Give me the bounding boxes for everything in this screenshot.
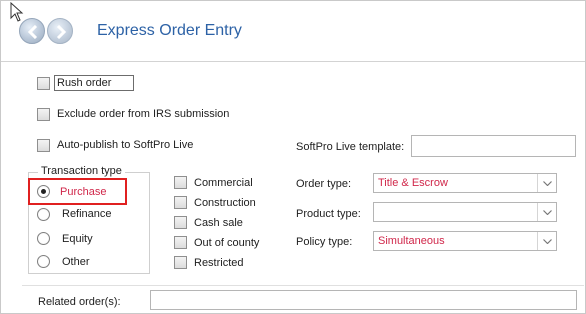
refinance-label: Refinance	[62, 208, 112, 220]
order-type-dropdown-button[interactable]	[537, 174, 556, 192]
forward-arrow-icon	[56, 25, 67, 39]
equity-radio[interactable]	[37, 232, 50, 245]
cash-sale-checkbox[interactable]	[174, 216, 187, 229]
out-of-county-label: Out of county	[194, 237, 260, 249]
restricted-checkbox[interactable]	[174, 256, 187, 269]
auto-publish-checkbox[interactable]	[37, 139, 50, 152]
transaction-type-legend: Transaction type	[38, 165, 125, 177]
product-type-label: Product type:	[296, 208, 361, 220]
out-of-county-checkbox[interactable]	[174, 236, 187, 249]
related-orders-label: Related order(s):	[38, 296, 121, 308]
page-title: Express Order Entry	[97, 22, 242, 39]
mouse-pointer-icon	[10, 2, 24, 22]
other-radio[interactable]	[37, 255, 50, 268]
softpro-live-template-label: SoftPro Live template:	[296, 141, 405, 153]
order-type-label: Order type:	[296, 178, 352, 190]
construction-checkbox[interactable]	[174, 196, 187, 209]
softpro-live-template-field[interactable]	[411, 135, 576, 157]
refinance-radio[interactable]	[37, 208, 50, 221]
commercial-checkbox[interactable]	[174, 176, 187, 189]
policy-type-value: Simultaneous	[378, 235, 445, 247]
chevron-down-icon	[543, 239, 552, 244]
rush-order-label: Rush order	[54, 75, 135, 91]
header-bar: Express Order Entry	[1, 1, 585, 62]
purchase-radio[interactable]	[37, 185, 50, 198]
exclude-irs-label: Exclude order from IRS submission	[57, 108, 230, 120]
chevron-down-icon	[543, 181, 552, 186]
cash-sale-label: Cash sale	[194, 217, 243, 229]
order-type-select[interactable]: Title & Escrow	[373, 173, 557, 193]
rush-order-checkbox[interactable]	[37, 77, 50, 90]
forward-button[interactable]	[47, 18, 73, 44]
purchase-label: Purchase	[60, 186, 107, 198]
restricted-label: Restricted	[194, 257, 244, 269]
related-orders-field[interactable]	[150, 290, 577, 310]
auto-publish-label: Auto-publish to SoftPro Live	[57, 139, 194, 151]
order-type-value: Title & Escrow	[378, 177, 448, 189]
policy-type-select[interactable]: Simultaneous	[373, 231, 557, 251]
policy-type-dropdown-button[interactable]	[537, 232, 556, 250]
chevron-down-icon	[543, 210, 552, 215]
product-type-dropdown-button[interactable]	[537, 203, 556, 221]
policy-type-label: Policy type:	[296, 236, 353, 248]
back-arrow-icon	[27, 25, 38, 39]
commercial-label: Commercial	[194, 177, 253, 189]
section-divider	[22, 285, 584, 286]
construction-label: Construction	[194, 197, 256, 209]
product-type-select[interactable]	[373, 202, 557, 222]
other-label: Other	[62, 256, 90, 268]
equity-label: Equity	[62, 233, 93, 245]
exclude-irs-checkbox[interactable]	[37, 108, 50, 121]
